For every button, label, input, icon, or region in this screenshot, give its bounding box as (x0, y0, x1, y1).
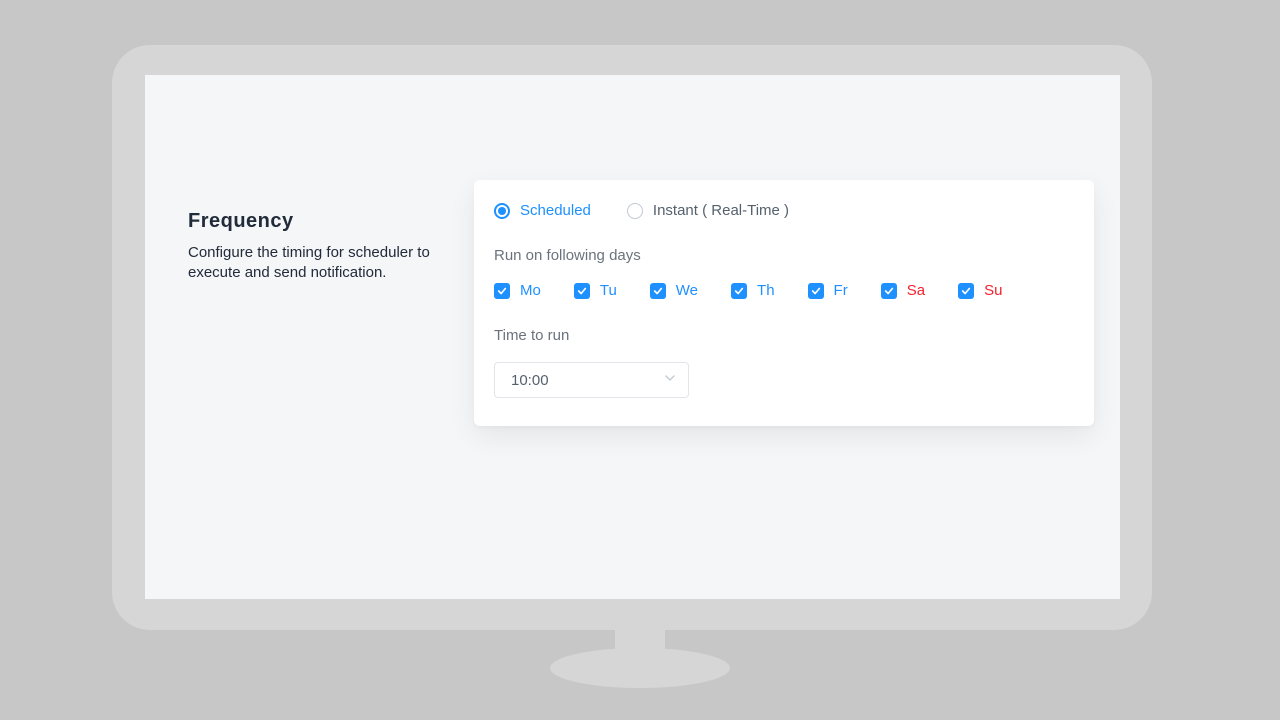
days-label: Run on following days (494, 247, 1074, 264)
day-checkbox-su[interactable]: Su (958, 282, 1002, 299)
section-header: Frequency Configure the timing for sched… (188, 210, 448, 284)
monitor-stand-base (550, 648, 730, 688)
day-label: Fr (834, 282, 848, 299)
check-icon (494, 283, 510, 299)
radio-unselected-icon (627, 203, 643, 219)
check-icon (650, 283, 666, 299)
radio-scheduled[interactable]: Scheduled (494, 202, 591, 219)
day-checkbox-fr[interactable]: Fr (808, 282, 848, 299)
time-label: Time to run (494, 327, 1074, 344)
day-checkbox-sa[interactable]: Sa (881, 282, 925, 299)
day-label: Su (984, 282, 1002, 299)
check-icon (958, 283, 974, 299)
page-title: Frequency (188, 210, 448, 233)
radio-selected-icon (494, 203, 510, 219)
time-value: 10:00 (511, 372, 549, 389)
day-checkbox-th[interactable]: Th (731, 282, 775, 299)
check-icon (574, 283, 590, 299)
day-label: Sa (907, 282, 925, 299)
day-checkbox-tu[interactable]: Tu (574, 282, 617, 299)
check-icon (881, 283, 897, 299)
frequency-card: Scheduled Instant ( Real-Time ) Run on f… (474, 180, 1094, 426)
check-icon (808, 283, 824, 299)
day-checkbox-we[interactable]: We (650, 282, 698, 299)
day-label: Th (757, 282, 775, 299)
radio-label: Instant ( Real-Time ) (653, 202, 789, 219)
mode-radio-group: Scheduled Instant ( Real-Time ) (494, 202, 1074, 219)
chevron-down-icon (664, 371, 676, 389)
page-description: Configure the timing for scheduler to ex… (188, 243, 448, 284)
days-row: Mo Tu We Th Fr Sa Su (494, 282, 1074, 299)
day-checkbox-mo[interactable]: Mo (494, 282, 541, 299)
day-label: Tu (600, 282, 617, 299)
radio-instant[interactable]: Instant ( Real-Time ) (627, 202, 789, 219)
day-label: We (676, 282, 698, 299)
day-label: Mo (520, 282, 541, 299)
check-icon (731, 283, 747, 299)
radio-label: Scheduled (520, 202, 591, 219)
time-select[interactable]: 10:00 (494, 362, 689, 398)
